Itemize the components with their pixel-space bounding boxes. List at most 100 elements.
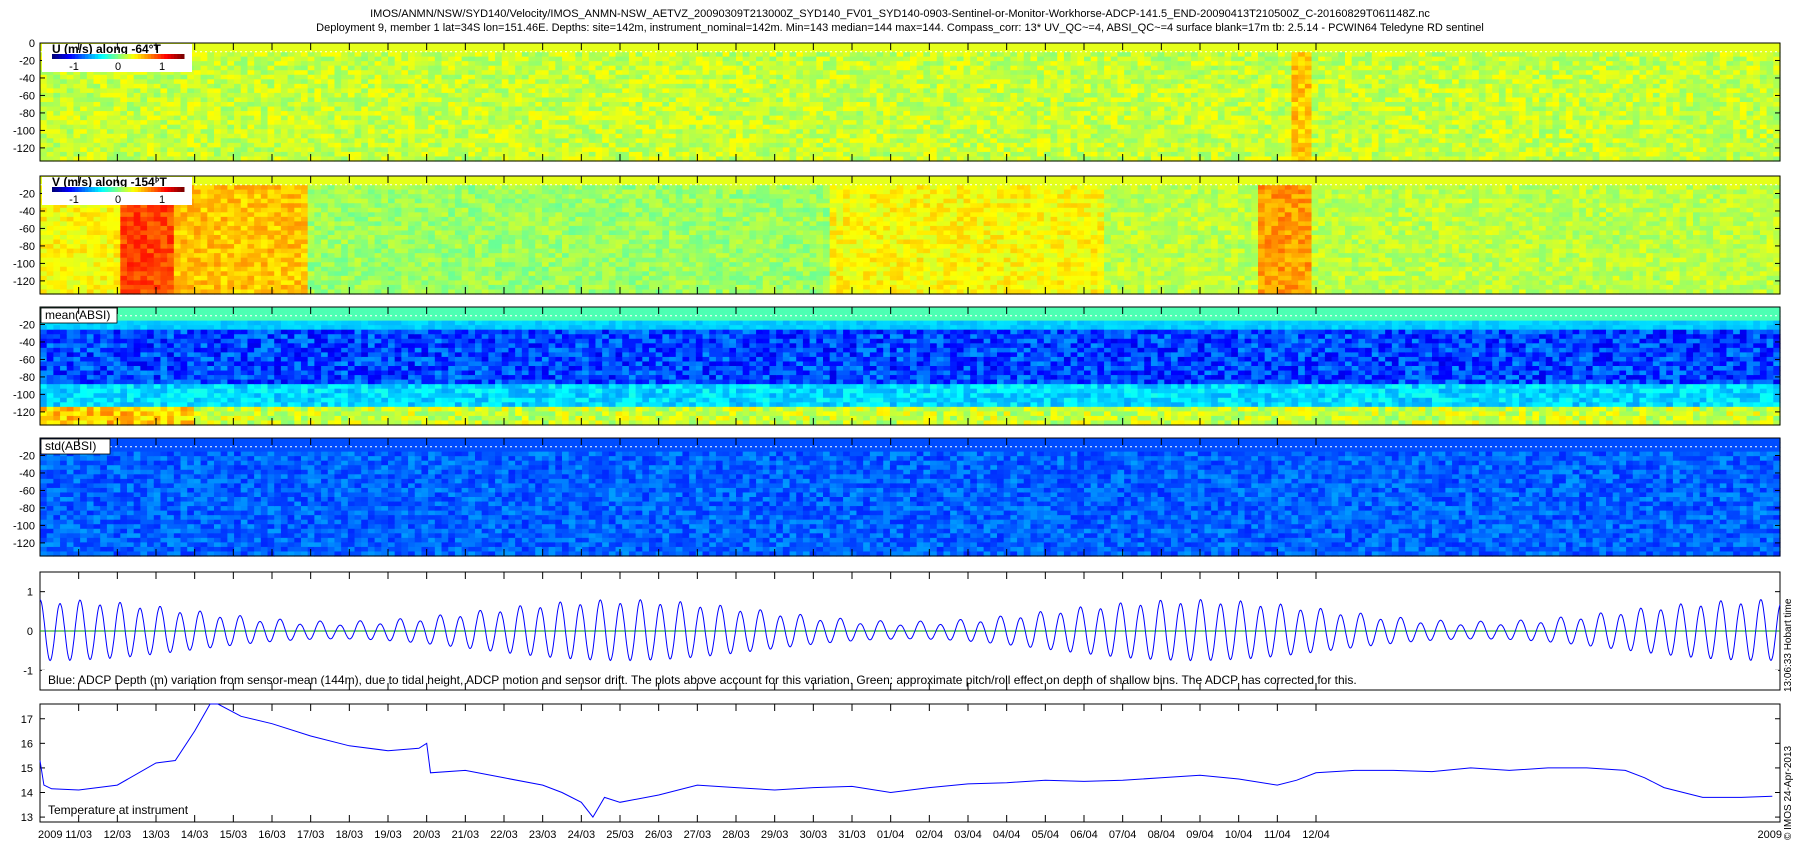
- heatmap-cell: [274, 61, 282, 67]
- heatmap-cell: [1217, 129, 1226, 135]
- heatmap-cell: [1251, 92, 1259, 99]
- heatmap-cell: [849, 83, 858, 89]
- heatmap-cell: [200, 74, 208, 80]
- heatmap-cell: [930, 56, 938, 62]
- heatmap-cell: [849, 115, 858, 121]
- heatmap-cell: [1291, 129, 1299, 135]
- heatmap-cell: [649, 111, 657, 117]
- heatmap-cell: [528, 70, 536, 76]
- heatmap-cell: [1010, 70, 1018, 76]
- heatmap-cell: [997, 52, 1005, 58]
- heatmap-cell: [240, 74, 249, 80]
- heatmap-cell: [1017, 79, 1025, 85]
- heatmap-cell: [454, 151, 463, 158]
- heatmap-cell: [448, 102, 456, 108]
- heatmap-cell: [1063, 88, 1072, 94]
- heatmap-cell: [200, 97, 208, 103]
- heatmap-cell: [327, 79, 336, 85]
- heatmap-cell: [1291, 115, 1299, 121]
- heatmap-cell: [1043, 142, 1052, 148]
- heatmap-cell: [956, 70, 965, 76]
- heatmap-cell: [541, 124, 550, 130]
- heatmap-cell: [468, 56, 476, 62]
- heatmap-cell: [702, 129, 710, 135]
- heatmap-cell: [133, 138, 141, 144]
- heatmap-cell: [1211, 97, 1219, 103]
- heatmap-cell: [160, 83, 168, 89]
- heatmap-cell: [1097, 120, 1105, 126]
- heatmap-cell: [301, 111, 309, 117]
- heatmap-cell: [722, 65, 730, 71]
- heatmap-cell: [341, 129, 349, 135]
- heatmap-cell: [1324, 43, 1333, 49]
- heatmap-cell: [341, 138, 349, 144]
- heatmap-cell: [515, 79, 523, 85]
- heatmap-cell: [1291, 43, 1299, 49]
- heatmap-cell: [976, 52, 985, 58]
- heatmap-cell: [1298, 56, 1306, 62]
- heatmap-cell: [749, 79, 757, 85]
- heatmap-cell: [1224, 43, 1232, 49]
- heatmap-cell: [381, 142, 389, 148]
- heatmap-cell: [113, 74, 121, 80]
- heatmap-cell: [1150, 120, 1159, 126]
- heatmap-cell: [1291, 138, 1299, 144]
- heatmap-cell: [1043, 92, 1052, 99]
- heatmap-cell: [133, 124, 141, 130]
- heatmap-cell: [889, 88, 898, 94]
- heatmap-cell: [381, 120, 389, 126]
- heatmap-cell: [1063, 106, 1072, 112]
- heatmap-cell: [555, 79, 563, 85]
- heatmap-cell: [321, 88, 329, 94]
- heatmap-cell: [441, 43, 449, 49]
- heatmap-cell: [528, 65, 536, 71]
- heatmap-cell: [1003, 142, 1011, 148]
- heatmap-cell: [1104, 83, 1112, 89]
- heatmap-cell: [856, 133, 864, 139]
- heatmap-cell: [548, 74, 556, 80]
- heatmap-cell: [1030, 79, 1038, 85]
- heatmap-cell: [856, 88, 864, 94]
- heatmap-cell: [602, 151, 610, 158]
- heatmap-cell: [1251, 106, 1259, 112]
- heatmap-cell: [1077, 88, 1085, 94]
- heatmap-cell: [997, 115, 1005, 121]
- heatmap-cell: [622, 43, 630, 49]
- heatmap-cell: [930, 61, 938, 67]
- heatmap-cell: [582, 115, 590, 121]
- heatmap-cell: [756, 124, 764, 130]
- heatmap-cell: [1318, 120, 1326, 126]
- heatmap-cell: [314, 79, 322, 85]
- heatmap-cell: [548, 111, 556, 117]
- heatmap-cell: [461, 106, 469, 112]
- heatmap-cell: [950, 142, 958, 148]
- heatmap-cell: [622, 106, 630, 112]
- heatmap-cell: [1117, 142, 1125, 148]
- heatmap-cell: [883, 70, 891, 76]
- heatmap-cell: [742, 92, 750, 99]
- heatmap-cell: [307, 115, 315, 121]
- heatmap-cell: [475, 129, 483, 135]
- heatmap-cell: [347, 97, 356, 103]
- heatmap-cell: [642, 56, 650, 62]
- heatmap-cell: [709, 142, 717, 148]
- heatmap-cell: [481, 70, 489, 76]
- heatmap-cell: [86, 124, 95, 130]
- heatmap-cell: [1164, 102, 1172, 108]
- heatmap-cell: [963, 92, 971, 99]
- heatmap-cell: [642, 138, 650, 144]
- heatmap-cell: [80, 79, 88, 85]
- heatmap-cell: [1164, 43, 1172, 49]
- heatmap-cell: [883, 106, 891, 112]
- heatmap-cell: [93, 92, 101, 99]
- heatmap-cell: [555, 97, 563, 103]
- heatmap-cell: [1191, 52, 1199, 58]
- heatmap-cell: [956, 88, 965, 94]
- heatmap-cell: [896, 79, 904, 85]
- heatmap-cell: [809, 88, 817, 94]
- heatmap-cell: [662, 83, 670, 89]
- heatmap-cell: [301, 74, 309, 80]
- heatmap-cell: [46, 92, 54, 99]
- heatmap-cell: [448, 151, 456, 158]
- heatmap-cell: [1003, 133, 1011, 139]
